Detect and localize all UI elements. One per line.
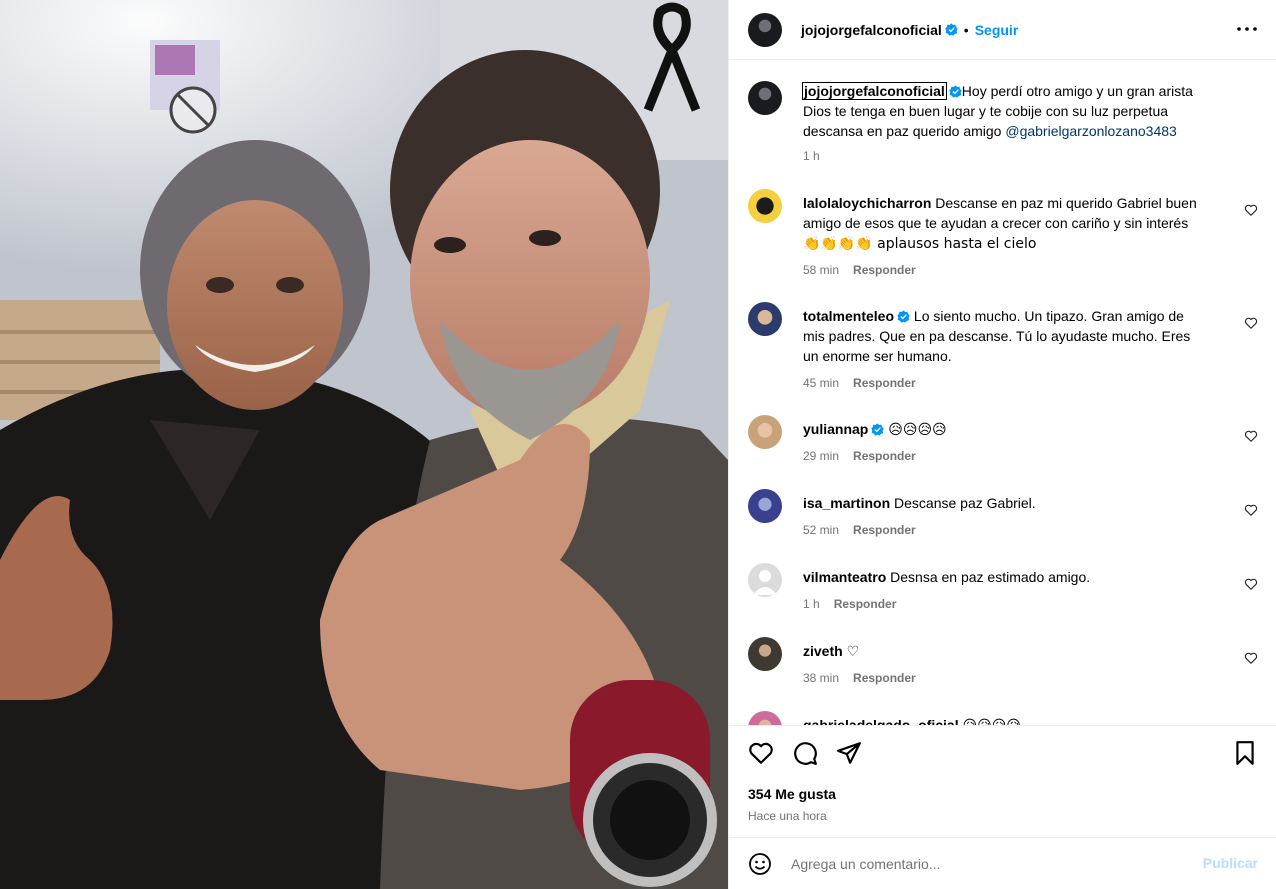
comment-time[interactable]: 58 min bbox=[803, 263, 839, 277]
commenter-username[interactable]: gabrieladelgado_oficial bbox=[803, 717, 959, 725]
verified-badge-icon bbox=[945, 23, 958, 36]
comment-meta: 29 min Responder bbox=[803, 449, 916, 463]
comment-text: lalolaloychicharron Descanse en paz mi q… bbox=[803, 193, 1243, 254]
reply-button[interactable]: Responder bbox=[834, 597, 897, 611]
commenter-username[interactable]: vilmanteatro bbox=[803, 569, 886, 585]
commenter-avatar[interactable] bbox=[748, 637, 782, 671]
comment-text: yuliannap 😥😥😥😥 bbox=[803, 419, 1243, 440]
comment-meta: 38 min Responder bbox=[803, 671, 916, 685]
commenter-avatar[interactable] bbox=[748, 489, 782, 523]
comment-input[interactable] bbox=[791, 850, 1191, 878]
comment-item: isa_martinon Descanse paz Gabriel. 52 mi… bbox=[748, 487, 1258, 547]
commenter-avatar[interactable] bbox=[748, 711, 782, 725]
reply-button[interactable]: Responder bbox=[853, 523, 916, 537]
reply-button[interactable]: Responder bbox=[853, 449, 916, 463]
photo-illustration bbox=[0, 0, 728, 889]
comment-item: lalolaloychicharron Descanse en paz mi q… bbox=[748, 187, 1258, 287]
owner-username[interactable]: jojojorgefalconoficial bbox=[801, 22, 942, 38]
caption-avatar[interactable] bbox=[748, 81, 782, 115]
verified-badge-icon bbox=[949, 85, 962, 98]
comment-line: ♡ bbox=[846, 644, 860, 660]
reply-button[interactable]: Responder bbox=[853, 376, 916, 390]
comment-line: Descanse paz Gabriel. bbox=[894, 495, 1036, 511]
comment-line: Lo siento mucho. Un tipazo. Gran amigo d… bbox=[913, 308, 1184, 324]
comment-line: un enorme ser humano. bbox=[803, 348, 952, 364]
comment-item: gabrieladelgado_oficial 😥😥😥😥 bbox=[748, 709, 1258, 725]
post-header: jojojorgefalconoficial • Seguir bbox=[729, 0, 1276, 60]
like-heart-icon[interactable] bbox=[748, 740, 774, 766]
verified-badge-icon bbox=[897, 310, 910, 323]
follow-button[interactable]: Seguir bbox=[975, 22, 1019, 38]
comment-time[interactable]: 29 min bbox=[803, 449, 839, 463]
caption-meta: 1 h bbox=[803, 149, 820, 163]
comment-item: vilmanteatro Desnsa en paz estimado amig… bbox=[748, 561, 1258, 621]
commenter-avatar[interactable] bbox=[748, 302, 782, 336]
caption-mention-link[interactable]: @gabrielgarzonlozano3483 bbox=[1005, 123, 1176, 139]
comment-like-heart-icon[interactable] bbox=[1244, 429, 1258, 443]
comment-text: isa_martinon Descanse paz Gabriel. bbox=[803, 493, 1243, 513]
comment-meta: 45 min Responder bbox=[803, 376, 916, 390]
caption-username[interactable]: jojojorgefalconoficial bbox=[802, 82, 947, 100]
comment-item: yuliannap 😥😥😥😥 29 min Responder bbox=[748, 413, 1258, 473]
comment-line: mis padres. Que en pa descanse. Tú lo ay… bbox=[803, 328, 1191, 344]
share-icon[interactable] bbox=[836, 740, 862, 766]
likes-count[interactable]: 354 Me gusta bbox=[748, 786, 836, 802]
comment-meta: 58 min Responder bbox=[803, 263, 916, 277]
separator-dot: • bbox=[963, 21, 969, 38]
comment-line: 👏👏👏👏 aplausos hasta el cielo bbox=[803, 236, 1037, 252]
emoji-icon[interactable] bbox=[748, 852, 772, 876]
caption-text: jojojorgefalconoficial Hoy perdí otro ami… bbox=[802, 81, 1263, 141]
comment-like-heart-icon[interactable] bbox=[1244, 503, 1258, 517]
comment-line: Descanse en paz mi querido Gabriel buen bbox=[935, 195, 1197, 211]
comment-like-heart-icon[interactable] bbox=[1244, 203, 1258, 217]
commenter-avatar[interactable] bbox=[748, 415, 782, 449]
publish-button[interactable]: Publicar bbox=[1203, 855, 1258, 871]
comment-text: totalmenteleo Lo siento mucho. Un tipazo… bbox=[803, 306, 1243, 366]
comment-meta: 1 h Responder bbox=[803, 597, 896, 611]
comment-time[interactable]: 38 min bbox=[803, 671, 839, 685]
commenter-username[interactable]: lalolaloychicharron bbox=[803, 195, 931, 211]
comment-icon[interactable] bbox=[792, 740, 818, 766]
more-options-icon[interactable] bbox=[1236, 18, 1258, 40]
comment-line: 😥😥😥😥 bbox=[888, 422, 947, 438]
post-details-panel: jojojorgefalconoficial • Seguir jojojorg… bbox=[728, 0, 1276, 889]
reply-button[interactable]: Responder bbox=[853, 263, 916, 277]
comment-meta: 52 min Responder bbox=[803, 523, 916, 537]
commenter-username[interactable]: totalmenteleo bbox=[803, 308, 894, 324]
save-bookmark-icon[interactable] bbox=[1232, 740, 1258, 766]
caption-line: descansa en paz querido amigo bbox=[803, 123, 1006, 139]
comment-text: vilmanteatro Desnsa en paz estimado amig… bbox=[803, 567, 1243, 587]
comment-time[interactable]: 45 min bbox=[803, 376, 839, 390]
comment-like-heart-icon[interactable] bbox=[1244, 577, 1258, 591]
caption-line: Dios te tenga en buen lugar y te cobije … bbox=[803, 103, 1169, 119]
post-photo[interactable] bbox=[0, 0, 728, 889]
comment-line: Desnsa en paz estimado amigo. bbox=[890, 569, 1091, 585]
commenter-username[interactable]: isa_martinon bbox=[803, 495, 890, 511]
post-caption: jojojorgefalconoficial Hoy perdí otro ami… bbox=[748, 79, 1258, 169]
comment-line: amigo de esos que te ayudan a crecer con… bbox=[803, 215, 1189, 231]
caption-line: Hoy perdí otro amigo y un gran arista bbox=[961, 83, 1193, 99]
commenter-username[interactable]: ziveth bbox=[803, 643, 843, 659]
comment-like-heart-icon[interactable] bbox=[1244, 316, 1258, 330]
mourning-ribbon-icon bbox=[643, 2, 701, 112]
comment-item: totalmenteleo Lo siento mucho. Un tipazo… bbox=[748, 300, 1258, 400]
caption-time[interactable]: 1 h bbox=[803, 149, 820, 163]
commenter-username[interactable]: yuliannap bbox=[803, 421, 868, 437]
owner-avatar[interactable] bbox=[748, 12, 782, 47]
comment-text: ziveth ♡ bbox=[803, 641, 1243, 662]
comments-list[interactable]: jojojorgefalconoficial Hoy perdí otro ami… bbox=[729, 61, 1276, 725]
comment-item: ziveth ♡ 38 min Responder bbox=[748, 635, 1258, 695]
commenter-avatar-placeholder[interactable] bbox=[748, 563, 782, 597]
add-comment-bar: Publicar bbox=[729, 837, 1276, 889]
comment-time[interactable]: 1 h bbox=[803, 597, 820, 611]
comment-time[interactable]: 52 min bbox=[803, 523, 839, 537]
comment-line: 😥😥😥😥 bbox=[963, 718, 1021, 725]
comment-text: gabrieladelgado_oficial 😥😥😥😥 bbox=[803, 715, 1243, 725]
post-actions: 354 Me gusta Hace una hora Publicar bbox=[729, 725, 1276, 888]
commenter-avatar[interactable] bbox=[748, 189, 782, 223]
verified-badge-icon bbox=[871, 423, 885, 436]
comment-like-heart-icon[interactable] bbox=[1244, 651, 1258, 665]
reply-button[interactable]: Responder bbox=[853, 671, 916, 685]
post-time[interactable]: Hace una hora bbox=[748, 809, 827, 823]
